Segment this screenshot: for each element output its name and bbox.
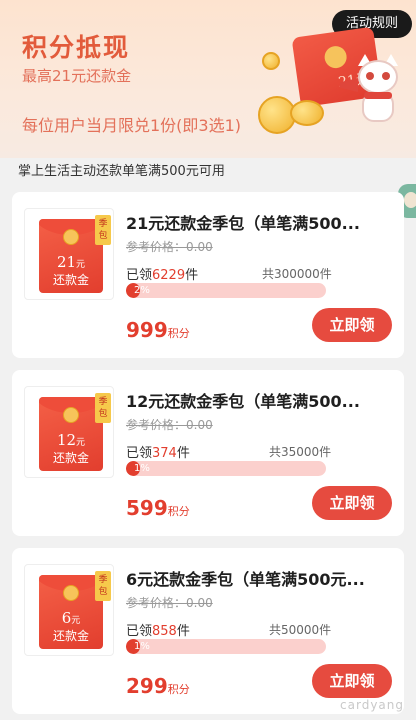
progress-percent: 2% (134, 285, 150, 296)
total-stock: 共35000件 (269, 445, 332, 459)
product-title[interactable]: 6元还款金季包（单笔满500元... (126, 566, 396, 590)
product-title[interactable]: 12元还款金季包（单笔满500... (126, 388, 396, 412)
page-title: 积分抵现 (22, 33, 131, 62)
claimed-count: 已领858件 (126, 624, 190, 639)
watermark: cardyang (340, 698, 404, 712)
red-envelope-icon: 6元 还款金 (39, 575, 103, 649)
claimed-count: 已领374件 (126, 446, 190, 461)
envelope-amount: 21元 (56, 253, 86, 271)
season-pack-tag: 季包 (95, 571, 111, 601)
envelope-label: 还款金 (52, 273, 89, 287)
product-card: 12元 还款金 季包 12元还款金季包（单笔满500... 参考价格：0.00 … (12, 370, 404, 536)
envelope-label: 还款金 (52, 451, 89, 465)
product-card: 21元 还款金 季包 21元还款金季包（单笔满500... 参考价格：0.00 … (12, 192, 404, 358)
redeem-button[interactable]: 立即领 (312, 486, 392, 520)
total-stock: 共300000件 (262, 267, 332, 281)
progress-percent: 1% (134, 463, 150, 474)
claim-progress-bar: 2% (126, 283, 326, 298)
product-thumbnail: 6元 还款金 季包 (24, 564, 114, 656)
product-title[interactable]: 21元还款金季包（单笔满500... (126, 210, 396, 234)
envelope-label: 还款金 (52, 629, 89, 643)
claimed-count: 已领6229件 (126, 268, 199, 283)
envelope-seal-icon (63, 229, 79, 245)
claim-progress-bar: 1% (126, 461, 326, 476)
hero-subtitle: 最高21元还款金 (22, 67, 132, 85)
points-price: 299积分 (126, 674, 190, 698)
season-pack-tag: 季包 (95, 215, 111, 245)
hero-limit-text: 每位用户当月限兑1份(即3选1) (22, 116, 242, 135)
reference-price: 参考价格：0.00 (126, 596, 213, 610)
reference-price: 参考价格：0.00 (126, 240, 213, 254)
product-thumbnail: 12元 还款金 季包 (24, 386, 114, 478)
reference-price: 参考价格：0.00 (126, 418, 213, 432)
progress-percent: 1% (134, 641, 150, 652)
red-envelope-icon: 21元 还款金 (39, 219, 103, 293)
red-envelope-icon: 12元 还款金 (39, 397, 103, 471)
season-pack-tag: 季包 (95, 393, 111, 423)
total-stock: 共50000件 (269, 623, 332, 637)
product-card: 6元 还款金 季包 6元还款金季包（单笔满500元... 参考价格：0.00 已… (12, 548, 404, 714)
envelope-amount: 6元 (61, 609, 81, 627)
points-price: 599积分 (126, 496, 190, 520)
redeem-button[interactable]: 立即领 (312, 308, 392, 342)
coin-icon (262, 52, 280, 70)
cat-mascot-illustration (352, 54, 404, 126)
claim-progress-bar: 1% (126, 639, 326, 654)
usage-notice: 掌上生活主动还款单笔满500元可用 (0, 158, 416, 186)
envelope-seal-icon (323, 44, 349, 70)
envelope-seal-icon (63, 585, 79, 601)
hero-banner: 积分抵现 最高21元还款金 每位用户当月限兑1份(即3选1) 活动规则 21元 (0, 0, 416, 158)
redeem-button[interactable]: 立即领 (312, 664, 392, 698)
envelope-amount: 12元 (56, 431, 86, 449)
points-price: 999积分 (126, 318, 190, 342)
envelope-seal-icon (63, 407, 79, 423)
coin-icon (290, 100, 324, 126)
product-thumbnail: 21元 还款金 季包 (24, 208, 114, 300)
